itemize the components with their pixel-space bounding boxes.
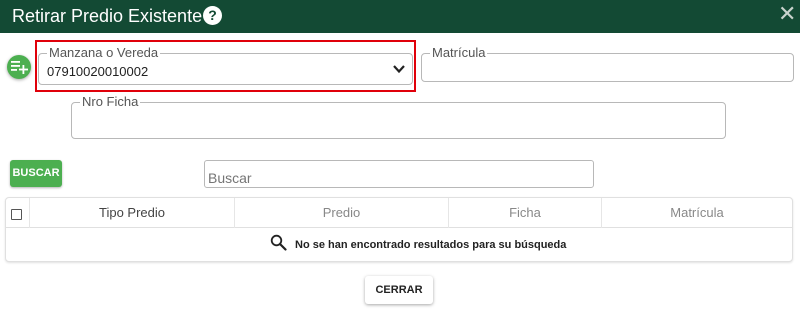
add-predio-button[interactable] — [7, 55, 31, 79]
nro-ficha-label: Nro Ficha — [80, 94, 141, 109]
empty-message: No se han encontrado resultados para su … — [295, 239, 567, 251]
retirar-predio-dialog: Retirar Predio Existente ? ✕ Manzana o V… — [0, 0, 800, 311]
matricula-field[interactable]: Matrícula — [421, 45, 794, 82]
column-header-predio[interactable]: Predio — [234, 198, 448, 228]
nro-ficha-field[interactable]: Nro Ficha — [71, 94, 726, 139]
column-header-matricula[interactable]: Matrícula — [601, 198, 792, 228]
empty-results-row: No se han encontrado resultados para su … — [6, 228, 792, 261]
select-all-cell — [6, 198, 29, 228]
chevron-down-icon[interactable] — [392, 63, 406, 75]
playlist-add-icon — [11, 61, 28, 74]
close-icon[interactable]: ✕ — [778, 3, 796, 25]
buscar-button[interactable]: BUSCAR — [10, 160, 62, 187]
search-input[interactable] — [204, 160, 594, 188]
select-all-checkbox[interactable] — [11, 209, 22, 220]
manzana-value: 07910020010002 — [47, 64, 149, 79]
column-header-ficha[interactable]: Ficha — [448, 198, 601, 228]
cerrar-button[interactable]: CERRAR — [365, 276, 433, 304]
dialog-header: Retirar Predio Existente ? ✕ — [0, 0, 800, 33]
manzana-label: Manzana o Vereda — [47, 45, 161, 60]
table-header: Tipo Predio Predio Ficha Matrícula — [6, 198, 792, 228]
help-icon[interactable]: ? — [203, 6, 222, 25]
matricula-label: Matrícula — [430, 45, 488, 60]
manzana-select[interactable]: Manzana o Vereda 07910020010002 — [38, 45, 413, 85]
dialog-title: Retirar Predio Existente — [12, 6, 203, 26]
results-table: Tipo Predio Predio Ficha Matrícula No se… — [5, 197, 793, 262]
magnifier-icon — [270, 234, 287, 251]
column-header-tipo-predio[interactable]: Tipo Predio — [29, 198, 234, 228]
